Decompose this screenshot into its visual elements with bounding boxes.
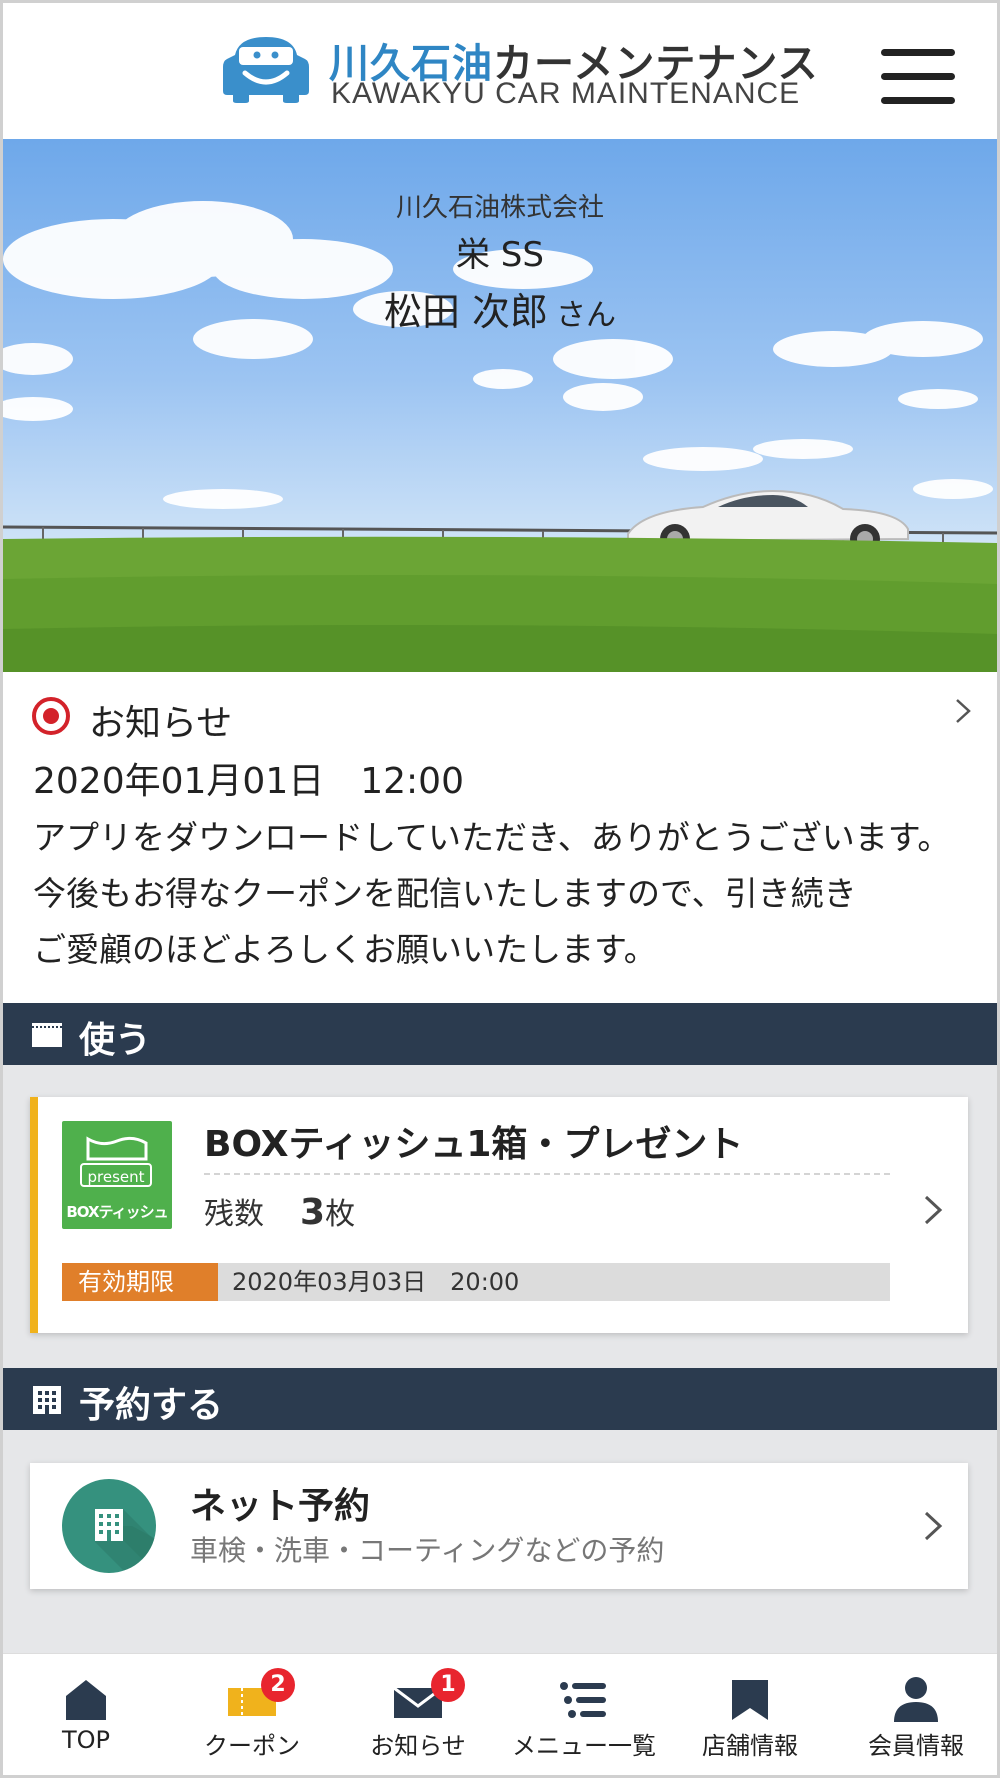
net-reservation-card[interactable]: ネット予約 車検・洗車・コーティングなどの予約 [30, 1463, 968, 1589]
chevron-right-icon[interactable] [953, 696, 973, 726]
notice-line: ご愛顧のほどよろしくお願いいたします。 [33, 930, 657, 969]
thumbnail-label: BOXティッシュ [66, 1203, 168, 1221]
ticket-section-icon [32, 1023, 62, 1047]
store-name: 栄 SS [456, 235, 544, 275]
reservation-subtitle: 車検・洗車・コーティングなどの予約 [190, 1534, 665, 1567]
notice-message: アプリをダウンロードしていただき、ありがとうございます。 今後もお得なクーポンを… [33, 810, 983, 978]
company-name: 川久石油株式会社 [395, 193, 604, 223]
building-icon [62, 1479, 156, 1573]
user-icon [894, 1677, 938, 1722]
chevron-right-icon[interactable] [922, 1509, 944, 1543]
coupon-accent-bar [30, 1097, 38, 1333]
nav-label: 会員情報 [868, 1732, 964, 1760]
notice-panel[interactable]: お知らせ 2020年01月01日 12:00 アプリをダウンロードしていただき、… [3, 672, 997, 1003]
section-header-reserve: 予約する [3, 1368, 997, 1430]
nav-label: 店舗情報 [702, 1732, 798, 1760]
nav-item-coupon[interactable]: 2 クーポン [169, 1654, 335, 1776]
expiry-label: 有効期限 [62, 1263, 218, 1301]
notice-datetime: 2020年01月01日 12:00 [33, 761, 464, 802]
dashed-divider [204, 1173, 890, 1175]
nav-item-member-info[interactable]: 会員情報 [833, 1654, 999, 1776]
hero-banner: 川久石油株式会社 栄 SS 松田 次郎 さん [3, 139, 997, 672]
app-logo[interactable]: 川久石油カーメンテナンス KAWAKYU CAR MAINTENANCE [221, 29, 818, 115]
logo-english: KAWAKYU CAR MAINTENANCE [331, 77, 801, 110]
coupon-expiry: 有効期限 2020年03月03日 20:00 [62, 1263, 890, 1301]
section-title: 予約する [79, 1385, 224, 1426]
nav-label: クーポン [204, 1732, 300, 1760]
nav-item-top[interactable]: TOP [3, 1654, 169, 1776]
expiry-date: 2020年03月03日 20:00 [232, 1268, 520, 1296]
home-icon [66, 1680, 106, 1720]
reservation-title: ネット予約 [190, 1486, 371, 1527]
building-section-icon [33, 1386, 61, 1414]
list-icon [560, 1682, 606, 1718]
coupon-card[interactable]: present BOXティッシュ BOXティッシュ1箱・プレゼント 残数 3枚 有… [30, 1097, 968, 1333]
coupon-thumbnail: present BOXティッシュ [62, 1121, 172, 1229]
nav-label: メニュー一覧 [512, 1732, 656, 1760]
coupon-title: BOXティッシュ1箱・プレゼント [204, 1124, 744, 1165]
notice-title: お知らせ [89, 703, 233, 744]
car-logo-icon [223, 37, 309, 103]
nav-item-notice[interactable]: 1 お知らせ [335, 1654, 501, 1776]
section-title: 使う [79, 1020, 152, 1061]
store-icon [732, 1680, 768, 1720]
target-icon [32, 697, 70, 735]
notice-line: 今後もお得なクーポンを配信いたしますので、引き続き [33, 874, 857, 913]
menu-hamburger-button[interactable] [881, 47, 955, 107]
coupon-badge: 2 [261, 1668, 295, 1702]
nav-label: TOP [61, 1726, 111, 1754]
notice-line: アプリをダウンロードしていただき、ありがとうございます。 [33, 818, 951, 857]
nav-label: お知らせ [370, 1732, 466, 1760]
section-header-use: 使う [3, 1003, 997, 1065]
coupon-remaining: 残数 3枚 [204, 1192, 356, 1233]
nav-item-store-info[interactable]: 店舗情報 [667, 1654, 833, 1776]
app-header: 川久石油カーメンテナンス KAWAKYU CAR MAINTENANCE [3, 3, 997, 139]
member-name: 松田 次郎 さん [383, 290, 617, 334]
present-tag: present [80, 1163, 152, 1187]
tissue-box-icon [86, 1136, 148, 1161]
bottom-navigation: TOP 2 クーポン 1 お知らせ メニュー一覧 店舗情報 会員情報 [3, 1653, 997, 1776]
nav-item-menu-list[interactable]: メニュー一覧 [501, 1654, 667, 1776]
notice-badge: 1 [431, 1668, 465, 1702]
chevron-right-icon[interactable] [922, 1193, 944, 1227]
